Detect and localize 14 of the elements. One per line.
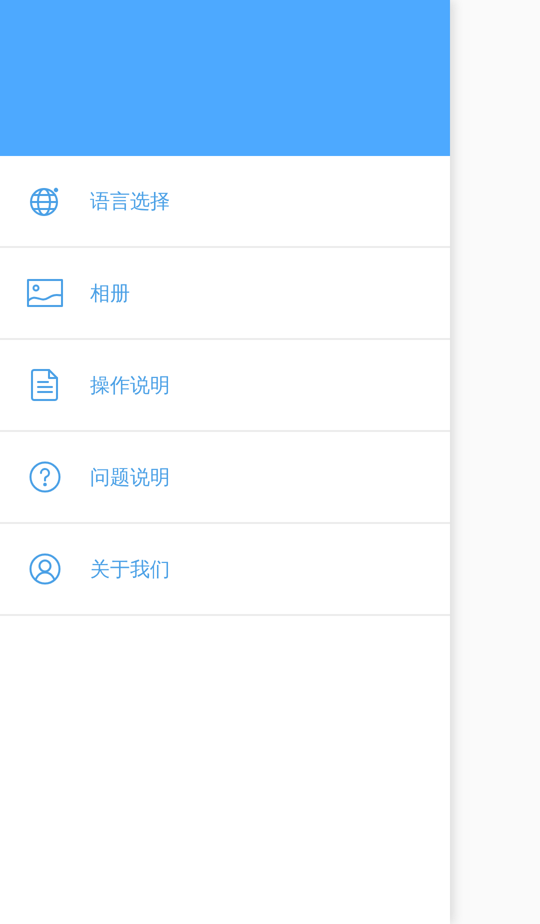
menu-label: 语言选择 <box>90 188 170 215</box>
menu-item[interactable]: 操作说明 <box>0 340 450 432</box>
menu-item[interactable]: 问题说明 <box>0 432 450 524</box>
user-icon <box>29 553 61 585</box>
menu-label: 关于我们 <box>90 556 170 583</box>
menu-label: 相册 <box>90 280 130 307</box>
menu-item[interactable]: 关于我们 <box>0 524 450 616</box>
menu-label: 操作说明 <box>90 372 170 399</box>
question-icon <box>29 461 61 493</box>
document-icon <box>31 369 59 401</box>
menu-item[interactable]: 语言选择 <box>0 156 450 248</box>
menu-label: 问题说明 <box>90 464 170 491</box>
menu-item[interactable]: 相册 <box>0 248 450 340</box>
image-icon <box>27 279 63 307</box>
